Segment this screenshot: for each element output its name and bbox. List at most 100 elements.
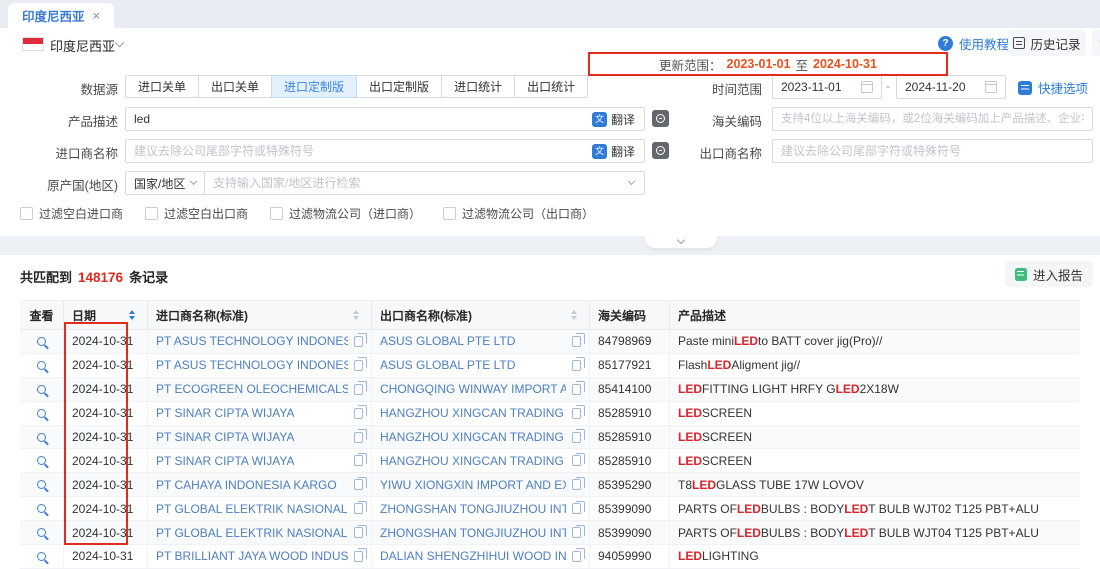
origin-type-select[interactable]: 国家/地区 — [125, 171, 205, 195]
copy-icon[interactable] — [354, 527, 363, 538]
exporter-name[interactable]: ZHONGSHAN TONGJIUZHOU INTERNA... — [380, 502, 566, 516]
view-record-button[interactable] — [20, 497, 64, 520]
favorite-button[interactable]: ★ — [1092, 30, 1100, 56]
sort-icon[interactable] — [353, 310, 359, 320]
table-row: 2024-10-31PT GLOBAL ELEKTRIK NASIONALZHO… — [20, 521, 1080, 545]
importer-name[interactable]: PT SINAR CIPTA WIJAYA — [156, 454, 294, 468]
copy-icon[interactable] — [572, 336, 581, 347]
importer-name[interactable]: PT ASUS TECHNOLOGY INDONESIA BA... — [156, 334, 348, 348]
view-record-button[interactable] — [20, 402, 64, 425]
tutorial-link[interactable]: ? 使用教程 — [938, 34, 1009, 53]
data-source-tab[interactable]: 出口统计 — [515, 75, 588, 98]
checkbox-icon[interactable] — [20, 207, 33, 220]
importer-name[interactable]: PT SINAR CIPTA WIJAYA — [156, 430, 294, 444]
exporter-name[interactable]: ZHONGSHAN TONGJIUZHOU INTERNA... — [380, 526, 566, 540]
view-record-button[interactable] — [20, 426, 64, 449]
circle-equal-icon[interactable] — [652, 110, 669, 127]
table-row: 2024-10-31PT GLOBAL ELEKTRIK NASIONALZHO… — [20, 497, 1080, 521]
exporter-name[interactable]: ASUS GLOBAL PTE LTD — [380, 334, 515, 348]
copy-icon[interactable] — [572, 360, 581, 371]
filter-checkbox[interactable]: 过滤物流公司（出口商） — [443, 205, 594, 222]
collapse-panel-handle[interactable] — [645, 236, 717, 248]
start-date-input[interactable]: 2023-11-01 — [772, 75, 882, 99]
importer-name[interactable]: PT SINAR CIPTA WIJAYA — [156, 406, 294, 420]
exporter-name[interactable]: CHONGQING WINWAY IMPORT AND E... — [380, 382, 566, 396]
origin-input[interactable] — [205, 172, 629, 194]
filter-checkbox[interactable]: 过滤空白进口商 — [20, 205, 123, 222]
exporter-input[interactable] — [773, 140, 1092, 162]
importer-name[interactable]: PT GLOBAL ELEKTRIK NASIONAL — [156, 502, 347, 516]
sort-icon[interactable] — [571, 310, 577, 320]
importer-name[interactable]: PT ASUS TECHNOLOGY INDONESIA BA... — [156, 358, 348, 372]
view-record-button[interactable] — [20, 378, 64, 401]
magnifier-icon — [37, 528, 46, 537]
exporter-cell: ZHONGSHAN TONGJIUZHOU INTERNA... — [372, 497, 590, 520]
view-record-button[interactable] — [20, 473, 64, 496]
exporter-name[interactable]: YIWU XIONGXIN IMPORT AND EXPORT... — [380, 478, 566, 492]
data-source-tab[interactable]: 出口定制版 — [357, 75, 442, 98]
copy-icon[interactable] — [354, 479, 363, 490]
quick-options-link[interactable]: 快捷选项 — [1018, 78, 1088, 97]
header-exporter[interactable]: 出口商名称(标准) — [372, 301, 590, 329]
importer-name[interactable]: PT GLOBAL ELEKTRIK NASIONAL — [156, 526, 347, 540]
copy-icon[interactable] — [572, 527, 581, 538]
view-record-button[interactable] — [20, 521, 64, 544]
header-importer[interactable]: 进口商名称(标准) — [148, 301, 372, 329]
filter-checkbox[interactable]: 过滤物流公司（进口商） — [270, 205, 421, 222]
enter-report-button[interactable]: 进入报告 — [1005, 261, 1093, 287]
translate-button[interactable]: 文 翻译 — [592, 111, 635, 128]
close-icon[interactable]: × — [92, 8, 100, 23]
copy-icon[interactable] — [354, 336, 363, 347]
copy-icon[interactable] — [354, 455, 363, 466]
history-button[interactable]: 历史记录 — [1008, 30, 1086, 56]
copy-icon[interactable] — [354, 503, 363, 514]
product-desc-input[interactable] — [126, 108, 644, 130]
sort-icon[interactable] — [129, 310, 135, 320]
view-record-button[interactable] — [20, 354, 64, 377]
copy-icon[interactable] — [572, 432, 581, 443]
copy-icon[interactable] — [354, 384, 363, 395]
importer-name[interactable]: PT BRILLIANT JAYA WOOD INDUSTRY — [156, 549, 348, 563]
copy-icon[interactable] — [354, 551, 363, 562]
exporter-name[interactable]: HANGZHOU XINGCAN TRADING CO LTD — [380, 406, 566, 420]
checkbox-icon[interactable] — [443, 207, 456, 220]
view-record-button[interactable] — [20, 545, 64, 568]
data-source-tab[interactable]: 出口关单 — [199, 75, 272, 98]
copy-icon[interactable] — [572, 479, 581, 490]
product-desc-field — [125, 107, 645, 131]
checkbox-icon[interactable] — [270, 207, 283, 220]
header-date[interactable]: 日期 — [64, 301, 148, 329]
copy-icon[interactable] — [572, 455, 581, 466]
results-panel: 共匹配到 148176 条记录 进入报告 查看 日期 进口商名称(标准) 出口商… — [0, 255, 1100, 569]
hs-code-input[interactable] — [773, 108, 1092, 130]
circle-equal-icon[interactable] — [652, 142, 669, 159]
importer-name[interactable]: PT CAHAYA INDONESIA KARGO — [156, 478, 337, 492]
copy-icon[interactable] — [354, 408, 363, 419]
checkbox-icon[interactable] — [145, 207, 158, 220]
end-date-input[interactable]: 2024-11-20 — [896, 75, 1006, 99]
copy-icon[interactable] — [572, 551, 581, 562]
importer-name[interactable]: PT ECOGREEN OLEOCHEMICALS — [156, 382, 348, 396]
copy-icon[interactable] — [572, 384, 581, 395]
exporter-name[interactable]: HANGZHOU XINGCAN TRADING CO LTD — [380, 430, 566, 444]
copy-icon[interactable] — [354, 360, 363, 371]
tab-indonesia[interactable]: 印度尼西亚 × — [8, 3, 114, 28]
copy-icon[interactable] — [572, 503, 581, 514]
view-record-button[interactable] — [20, 330, 64, 353]
importer-cell: PT SINAR CIPTA WIJAYA — [148, 402, 372, 425]
copy-icon[interactable] — [572, 408, 581, 419]
translate-button[interactable]: 文 翻译 — [592, 143, 635, 160]
importer-input[interactable] — [126, 140, 644, 162]
chevron-down-icon[interactable] — [115, 38, 125, 48]
exporter-name[interactable]: HANGZHOU XINGCAN TRADING CO LTD — [380, 454, 566, 468]
exporter-name[interactable]: DALIAN SHENGZHIHUI WOOD INDUST... — [380, 549, 566, 563]
data-source-tab[interactable]: 进口统计 — [442, 75, 515, 98]
copy-icon[interactable] — [354, 432, 363, 443]
country-selector[interactable]: 印度尼西亚 — [50, 36, 115, 55]
view-record-button[interactable] — [20, 449, 64, 472]
filter-checkbox[interactable]: 过滤空白出口商 — [145, 205, 248, 222]
data-source-tab[interactable]: 进口定制版 — [272, 75, 357, 98]
exporter-name[interactable]: ASUS GLOBAL PTE LTD — [380, 358, 515, 372]
data-source-tab[interactable]: 进口关单 — [125, 75, 199, 98]
exporter-cell: ZHONGSHAN TONGJIUZHOU INTERNA... — [372, 521, 590, 544]
